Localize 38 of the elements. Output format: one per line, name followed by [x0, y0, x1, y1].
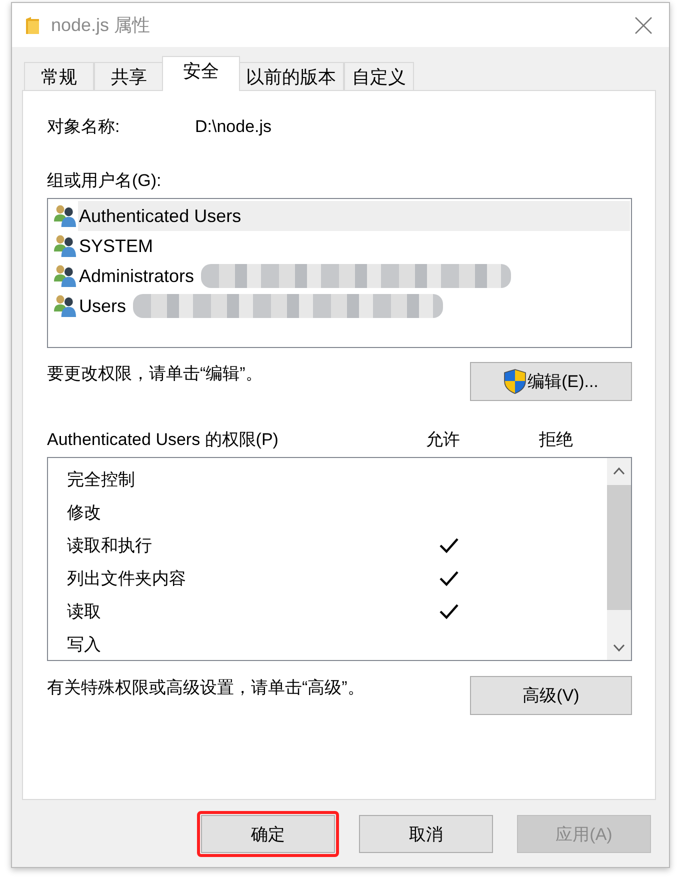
scrollbar-thumb[interactable] — [607, 485, 631, 610]
users-icon — [54, 295, 76, 317]
folder-icon — [26, 16, 39, 34]
permission-name: 读取和执行 — [66, 535, 153, 557]
permission-name: 列出文件夹内容 — [66, 568, 187, 590]
advanced-hint: 有关特殊权限或高级设置，请单击“高级”。 — [47, 677, 364, 699]
tab[interactable]: 常规 — [24, 62, 94, 90]
permission-name: 读取 — [66, 601, 102, 623]
permissions-title: Authenticated Users 的权限(P) — [47, 429, 280, 451]
users-icon — [54, 205, 76, 227]
users-list-label: 组或用户名(G): — [47, 171, 162, 190]
permission-name: 写入 — [66, 634, 102, 656]
window-title: node.js 属性 — [51, 14, 150, 37]
chevron-up-icon — [613, 467, 625, 475]
object-name-label: 对象名称: — [47, 116, 121, 138]
allow-column-header: 允许 — [425, 429, 461, 451]
edit-button[interactable]: 编辑(E)... — [470, 362, 632, 401]
user-list-item[interactable]: Users — [49, 291, 630, 321]
user-list-item[interactable]: Administrators — [49, 261, 630, 291]
tab[interactable]: 以前的版本 — [238, 62, 344, 90]
tab[interactable]: 共享 — [94, 62, 164, 90]
edit-hint: 要更改权限，请单击“编辑”。 — [47, 363, 262, 385]
deny-column-header: 拒绝 — [538, 429, 574, 451]
advanced-button[interactable]: 高级(V) — [470, 676, 632, 715]
chevron-down-icon — [613, 644, 625, 652]
object-name-value: D:\node.js — [195, 116, 272, 138]
permission-name: 完全控制 — [66, 469, 136, 491]
tab[interactable]: 自定义 — [344, 62, 414, 90]
permission-name: 修改 — [66, 502, 102, 524]
dialog-button[interactable]: 取消 — [359, 815, 493, 853]
shield-icon — [504, 369, 526, 394]
tab[interactable]: 安全 — [162, 56, 240, 91]
close-button[interactable] — [635, 16, 652, 34]
user-list-item[interactable]: SYSTEM — [49, 231, 630, 261]
dialog-button[interactable]: 确定 — [201, 815, 335, 853]
users-icon — [54, 235, 76, 257]
users-icon — [54, 265, 76, 287]
close-icon — [635, 16, 652, 34]
